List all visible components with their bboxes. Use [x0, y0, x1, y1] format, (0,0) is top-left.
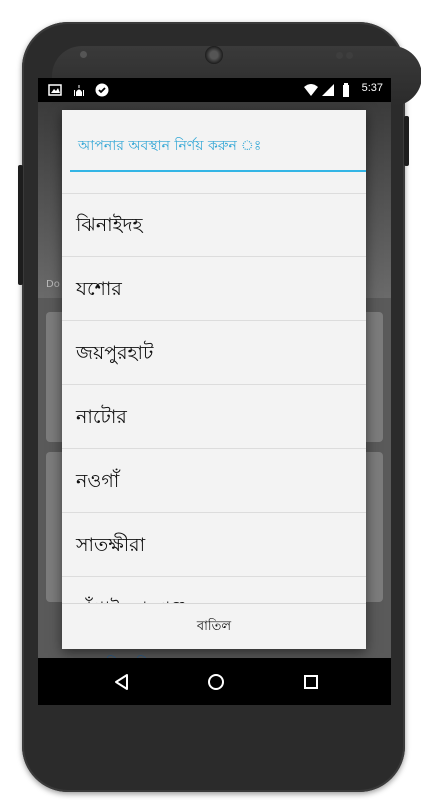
- home-button[interactable]: [202, 668, 230, 696]
- list-item-label: নাটোর: [76, 406, 127, 428]
- image-icon: [48, 84, 62, 96]
- dialog-button-bar: বাতিল: [62, 603, 366, 649]
- check-circle-icon: [95, 83, 109, 97]
- dialog-title: আপনার অবস্থান নির্ণয় করুন ঃ: [78, 138, 262, 154]
- cancel-button[interactable]: বাতিল: [62, 604, 366, 649]
- list-item[interactable]: যশোর: [62, 257, 366, 321]
- list-item-label: জয়পুরহাট: [76, 342, 154, 364]
- earpiece-speaker: [205, 46, 223, 64]
- list-item-label: সাতক্ষীরা: [76, 534, 146, 556]
- volume-button: [18, 165, 23, 285]
- recents-icon: [304, 675, 318, 689]
- list-item[interactable]: নওগাঁ: [62, 449, 366, 513]
- list-item[interactable]: সাতক্ষীরা: [62, 513, 366, 577]
- list-item-label: চাঁপাইনবাবগঞ্জ: [76, 595, 187, 603]
- background-partial-label: Do: [46, 279, 60, 290]
- battery-icon: [343, 83, 349, 97]
- list-item-partial-top: [62, 172, 366, 194]
- list-item[interactable]: জয়পুরহাট: [62, 321, 366, 385]
- proximity-sensor: [336, 52, 343, 59]
- signal-icon: [322, 84, 334, 96]
- front-camera: [80, 51, 87, 58]
- list-item[interactable]: নাটোর: [62, 385, 366, 449]
- recents-button[interactable]: [297, 668, 325, 696]
- back-icon: [115, 674, 128, 690]
- list-item-label: ঝিনাইদহ: [76, 214, 143, 236]
- back-button[interactable]: [108, 668, 136, 696]
- list-item[interactable]: ঝিনাইদহ: [62, 193, 366, 257]
- clock-time: 5:37: [361, 82, 383, 94]
- mosque-icon: [74, 85, 84, 96]
- location-list[interactable]: ঝিনাইদহ যশোর জয়পুরহাট নাটোর নওগাঁ সাতক্…: [62, 172, 366, 603]
- location-dialog: আপনার অবস্থান নির্ণয় করুন ঃ ঝিনাইদহ যশো…: [62, 110, 366, 649]
- status-bar: 5:37: [38, 78, 391, 102]
- wifi-icon: [304, 84, 318, 96]
- list-item[interactable]: চাঁপাইনবাবগঞ্জ: [62, 577, 366, 603]
- list-item-label: নওগাঁ: [76, 470, 120, 492]
- power-button: [404, 116, 409, 166]
- navigation-bar: [38, 658, 391, 705]
- home-icon: [208, 674, 224, 690]
- light-sensor: [346, 52, 353, 59]
- list-item-label: যশোর: [76, 278, 122, 300]
